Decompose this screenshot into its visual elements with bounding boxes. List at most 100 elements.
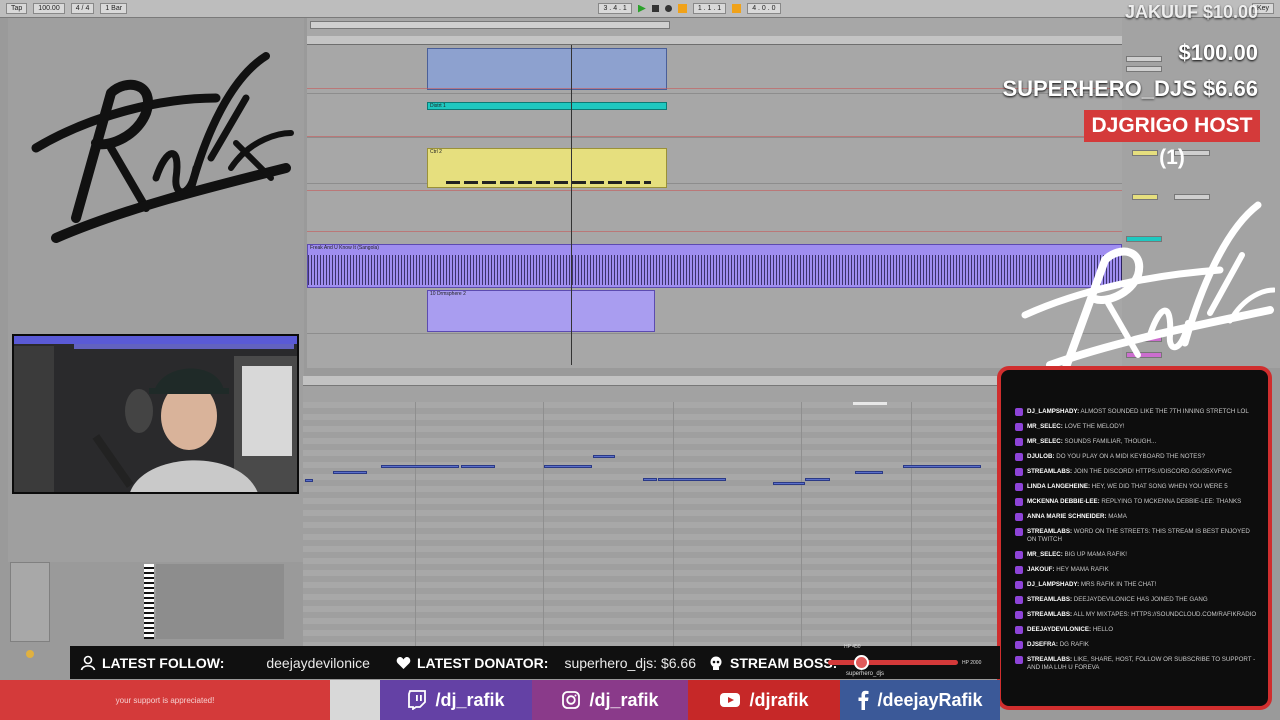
boss-avatar-icon <box>854 655 869 670</box>
midi-note[interactable] <box>773 482 805 485</box>
donation-3: SUPERHERO_DJS $6.66 <box>1002 76 1258 101</box>
chat-badge-icon <box>1015 468 1023 476</box>
midi-note[interactable] <box>544 465 592 468</box>
quantize-menu[interactable]: 1 Bar <box>100 3 128 14</box>
midi-note[interactable] <box>593 455 615 458</box>
stop-icon[interactable] <box>651 5 659 12</box>
midi-note[interactable] <box>658 478 726 481</box>
automation-line <box>307 88 1122 89</box>
donation-2: $100.00 <box>1178 40 1258 65</box>
playhead[interactable] <box>571 45 572 365</box>
chat-body: JOIN THE DISCORD! HTTPS://DISCORD.GG/35X… <box>1073 468 1232 475</box>
track-lane[interactable] <box>307 46 1122 94</box>
facebook-handle: /deejayRafik <box>877 689 983 710</box>
boss-min: HP 450 <box>844 644 861 650</box>
midi-clip[interactable] <box>427 48 667 90</box>
midi-note[interactable] <box>903 465 981 468</box>
chat-badge-icon <box>1015 656 1023 664</box>
midi-note[interactable] <box>643 478 657 481</box>
beat-ruler[interactable] <box>307 36 1122 45</box>
chat-username: MR_SELEC: <box>1027 423 1063 430</box>
input-type-menu[interactable] <box>1126 66 1162 72</box>
chat-panel: DJ_LAMPSHADY: ALMOST SOUNDED LIKE THE 7T… <box>997 366 1272 710</box>
track-lane[interactable]: 10 Drmsphere 2 <box>307 288 1122 334</box>
youtube-handle: /djrafik <box>749 689 809 710</box>
chat-badge-icon <box>1015 438 1023 446</box>
device-area <box>8 562 303 658</box>
facebook-link[interactable]: /deejayRafik <box>840 680 1000 720</box>
clip-title: Ctrl 2 <box>430 149 442 155</box>
chat-text: STREAMLABS: JOIN THE DISCORD! HTTPS://DI… <box>1027 468 1232 476</box>
chat-text: MCKENNA DEBBIE-LEE: REPLYING TO MCKENNA … <box>1027 498 1241 506</box>
chat-badge-icon <box>1015 513 1023 521</box>
chat-message: STREAMLABS: WORD ON THE STREETS: THIS ST… <box>1015 528 1260 544</box>
chat-username: MR_SELEC: <box>1027 438 1063 445</box>
twitch-link[interactable]: /dj_rafik <box>380 680 532 720</box>
instagram-handle: /dj_rafik <box>589 689 659 710</box>
boss-max: HP 2000 <box>962 660 982 666</box>
support-note: your support is appreciated! <box>0 680 330 720</box>
play-icon[interactable] <box>637 4 646 13</box>
track-header[interactable] <box>1132 150 1158 156</box>
loop-length-field[interactable]: 4 . 0 . 0 <box>747 3 781 14</box>
piano-roll[interactable] <box>303 376 997 646</box>
follow-label: LATEST FOLLOW: <box>102 654 225 671</box>
chat-badge-icon <box>1015 498 1023 506</box>
arrangement-view[interactable]: Distrt 1 Ctrl 2 Freak And U Know It (San… <box>307 18 1123 368</box>
chat-username: DJ_LAMPSHADY: <box>1027 581 1080 588</box>
chat-text: DEEJAYDEVILONICE: HELLO <box>1027 626 1113 634</box>
audio-clip[interactable]: Distrt 1 <box>427 102 667 110</box>
midi-note[interactable] <box>381 465 459 468</box>
clip-box[interactable] <box>10 562 50 642</box>
audio-clip[interactable]: Freak And U Know It (Sangola) <box>307 244 1123 288</box>
chat-text: DJ_LAMPSHADY: ALMOST SOUNDED LIKE THE 7T… <box>1027 408 1249 416</box>
donator-label: LATEST DONATOR: <box>417 654 549 671</box>
time-signature-field[interactable]: 4 / 4 <box>70 3 95 14</box>
midi-note[interactable] <box>333 471 367 474</box>
loop-start-field[interactable]: 1 . 1 . 1 <box>692 3 727 14</box>
note-grid[interactable] <box>303 402 997 646</box>
youtube-link[interactable]: /djrafik <box>688 680 840 720</box>
chat-username: STREAMLABS: <box>1027 596 1073 603</box>
midi-note[interactable] <box>305 479 313 482</box>
loop-brace[interactable] <box>853 402 887 405</box>
record-icon[interactable] <box>664 5 672 12</box>
tap-tempo-button[interactable]: Tap <box>6 3 28 14</box>
top-donation: JAKUUF $10.00 <box>1124 2 1258 22</box>
rafik-logo-icon <box>31 52 294 243</box>
webcam-image <box>14 336 297 492</box>
midi-note[interactable] <box>461 465 495 468</box>
track-lane[interactable]: Freak And U Know It (Sangola) <box>307 244 1123 288</box>
chat-message: DJ_LAMPSHADY: ALMOST SOUNDED LIKE THE 7T… <box>1015 408 1260 416</box>
chat-text: DJ_LAMPSHADY: MRS RAFIK IN THE CHAT! <box>1027 581 1156 589</box>
stream-boss: STREAM BOSS: <box>708 655 837 671</box>
chat-message: LINDA LANGEHEINE: HEY, WE DID THAT SONG … <box>1015 483 1260 491</box>
heart-icon <box>396 656 411 669</box>
chat-username: DJ_LAMPSHADY: <box>1027 408 1080 415</box>
bar-line <box>415 402 416 646</box>
loop-switch-icon[interactable] <box>732 4 742 13</box>
chat-username: DJULOB: <box>1027 453 1055 460</box>
chat-badge-icon <box>1015 641 1023 649</box>
chat-username: ANNA MARIE SCHNEIDER: <box>1027 513 1107 520</box>
midi-note[interactable] <box>805 478 830 481</box>
chat-body: MAMA <box>1108 513 1127 520</box>
velocity-keys[interactable] <box>144 564 154 639</box>
automation-arm-icon[interactable] <box>677 4 687 13</box>
track-lane[interactable]: Ctrl 2 <box>307 138 1122 188</box>
chat-badge-icon <box>1015 423 1023 431</box>
instagram-link[interactable]: /dj_rafik <box>532 680 688 720</box>
midi-clip[interactable]: 10 Drmsphere 2 <box>427 290 655 332</box>
position-field[interactable]: 3 . 4 . 1 <box>598 3 632 14</box>
tempo-field[interactable]: 100.00 <box>33 3 65 14</box>
midi-note[interactable] <box>855 471 883 474</box>
bar-line <box>801 402 802 646</box>
clip-ruler[interactable] <box>303 376 997 386</box>
clip-title: 10 Drmsphere 2 <box>430 291 466 297</box>
midi-clip[interactable]: Ctrl 2 <box>427 148 667 188</box>
track-lane[interactable]: Distrt 1 <box>307 94 1122 138</box>
input-type-menu[interactable] <box>1126 56 1162 62</box>
overview-scrollbar[interactable] <box>310 21 670 29</box>
automation-line <box>307 231 1122 232</box>
envelope-area[interactable] <box>156 564 284 639</box>
